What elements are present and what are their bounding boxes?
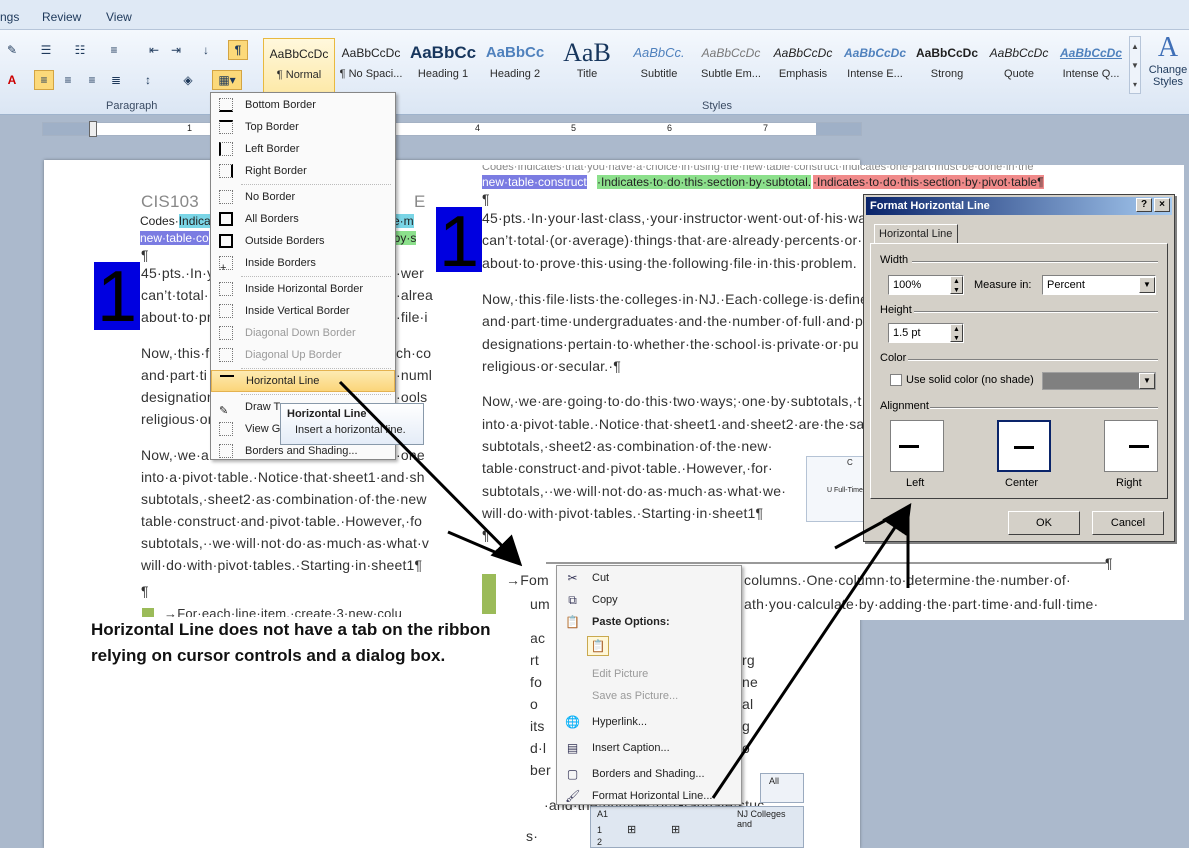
arrow-context-to-dialog [711, 503, 912, 799]
arrow-menu-to-line [338, 380, 523, 567]
annotation-arrows [338, 380, 912, 799]
arrow-segment [834, 506, 909, 550]
arrow-segment [447, 530, 519, 564]
